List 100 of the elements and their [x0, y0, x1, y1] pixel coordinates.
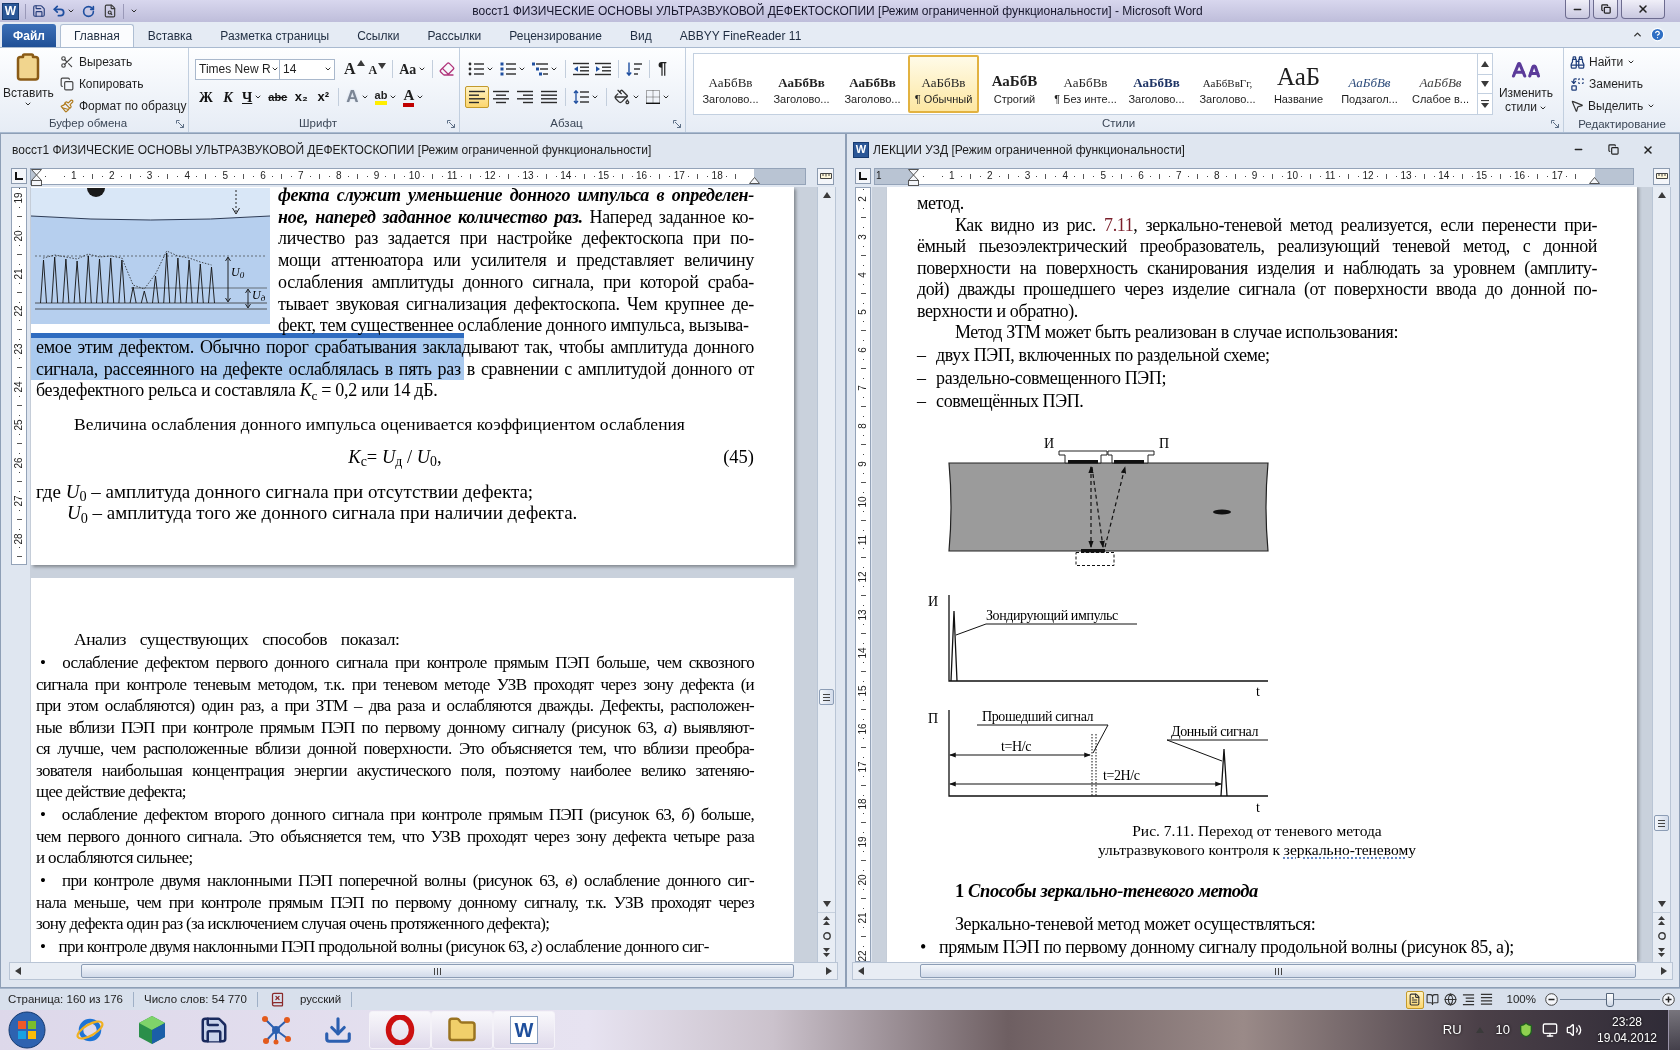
- zoom-slider[interactable]: [1560, 992, 1660, 1007]
- group-label: Редактирование: [1578, 118, 1666, 131]
- clock-date[interactable]: 19.04.2012: [1596, 1030, 1658, 1046]
- dialog-launcher-icon[interactable]: [673, 119, 681, 128]
- dialog-launcher-icon[interactable]: [1551, 119, 1559, 128]
- show-marks-button[interactable]: ¶: [654, 58, 671, 80]
- grow-font-button[interactable]: A: [342, 58, 367, 80]
- align-left-icon: [469, 90, 485, 104]
- zoom-out-button[interactable]: [1545, 993, 1558, 1006]
- replace-button[interactable]: Заменить: [1570, 73, 1680, 95]
- style-item[interactable]: АаБбВв Заголово...: [1121, 55, 1192, 113]
- style-item[interactable]: АаБбВвГг, Заголово...: [1192, 55, 1263, 113]
- font-name-field[interactable]: Times New R: [195, 58, 280, 80]
- collapse-ribbon-icon[interactable]: [1632, 29, 1643, 40]
- ribbon-tab[interactable]: Вставка: [133, 24, 207, 47]
- indent-marker-icon[interactable]: [31, 168, 42, 186]
- shield-icon[interactable]: [1518, 1022, 1534, 1038]
- zoom-in-button[interactable]: [1662, 993, 1675, 1006]
- monitor-icon[interactable]: [1542, 1022, 1558, 1038]
- style-item[interactable]: АаБбВв Заголово...: [695, 55, 766, 113]
- dialog-launcher-icon[interactable]: [176, 119, 184, 128]
- zoom-slider-thumb[interactable]: [1606, 992, 1614, 1007]
- ribbon-tab[interactable]: Рассылки: [413, 24, 496, 47]
- style-item[interactable]: АаБбВв Заголово...: [837, 55, 908, 113]
- undo-button[interactable]: [52, 2, 75, 20]
- highlight-button[interactable]: ab: [371, 86, 401, 108]
- italic-button[interactable]: К: [217, 86, 239, 108]
- style-item[interactable]: АаБбВв ¶ Обычный: [908, 55, 979, 113]
- ribbon-tab[interactable]: ABBYY FineReader 11: [665, 24, 816, 47]
- scroll-thumb[interactable]: [819, 689, 834, 705]
- style-item[interactable]: АаБбВ Строгий: [979, 55, 1050, 113]
- paste-button[interactable]: Вставить: [3, 51, 54, 113]
- taskbar-button[interactable]: W: [493, 1011, 555, 1049]
- paragraph: U$_{0}$ – амплитуда того же донного сигнала при наличии дефекта.: [66, 502, 579, 524]
- speaker-icon[interactable]: [1566, 1022, 1582, 1038]
- indent-marker-icon[interactable]: [749, 176, 760, 184]
- format-painter-button[interactable]: Формат по образцу: [57, 95, 189, 117]
- ribbon-tab[interactable]: Вид: [615, 24, 666, 47]
- font-color-button[interactable]: A: [400, 86, 428, 108]
- style-item[interactable]: АаБбВв Слабое в...: [1405, 55, 1476, 113]
- align-left-button[interactable]: [465, 86, 489, 108]
- ruler-number: 4: [184, 171, 191, 181]
- double-up-arrow-icon: [1658, 916, 1665, 925]
- ribbon-tab[interactable]: Разметка страницы: [206, 24, 344, 47]
- indent-marker-icon[interactable]: [1589, 176, 1600, 184]
- subscript-button[interactable]: x₂: [290, 86, 313, 108]
- style-item[interactable]: АаБбВв Подзагол...: [1334, 55, 1405, 113]
- tray-counter[interactable]: 10: [1495, 1020, 1510, 1040]
- input-language[interactable]: RU: [1442, 1020, 1462, 1040]
- shrink-font-button[interactable]: A: [366, 58, 389, 80]
- maximize-button[interactable]: [1593, 0, 1618, 19]
- scroll-thumb[interactable]: [920, 964, 1636, 978]
- show-desktop-button[interactable]: [1668, 1010, 1680, 1050]
- ribbon-tab[interactable]: Ссылки: [343, 24, 414, 47]
- font-size-field[interactable]: 14: [280, 58, 335, 80]
- formula: K$_{с}$= U$_{д}$ / U$_{0}$,: [348, 446, 442, 469]
- caret-icon: [1627, 58, 1636, 66]
- previous-page-button[interactable]: [1653, 912, 1670, 928]
- paragraph: Величина ослабления донного импульса оценивается коэффициентом ослабления: [73, 414, 686, 436]
- tab-selector-button[interactable]: [11, 168, 27, 184]
- superscript-button[interactable]: x²: [312, 86, 335, 108]
- style-item[interactable]: АаБбВв Заголово...: [766, 55, 837, 113]
- file-tab[interactable]: Файл: [2, 24, 56, 47]
- style-item[interactable]: АаБбВв ¶ Без инте...: [1050, 55, 1121, 113]
- app-logo[interactable]: W: [2, 2, 19, 20]
- strikethrough-button[interactable]: abc: [265, 86, 291, 108]
- scroll-thumb[interactable]: [1654, 815, 1669, 831]
- app-logo[interactable]: W: [853, 141, 869, 158]
- ribbon-tab[interactable]: Рецензирование: [495, 24, 616, 47]
- style-item[interactable]: АаБ Название: [1263, 55, 1334, 113]
- change-case-button[interactable]: Aa: [397, 58, 429, 80]
- gallery-down-button[interactable]: [1478, 74, 1492, 94]
- view-ruler-button[interactable]: [817, 167, 834, 185]
- dialog-launcher-icon[interactable]: [447, 119, 455, 128]
- minimize-button[interactable]: [1565, 0, 1590, 19]
- scroll-thumb[interactable]: [81, 964, 794, 978]
- caret-icon: [254, 93, 263, 101]
- underline-button[interactable]: Ч: [239, 86, 266, 108]
- indent-marker-icon[interactable]: [908, 168, 919, 186]
- caret-icon: [486, 65, 494, 73]
- previous-page-button[interactable]: [818, 912, 835, 928]
- help-icon[interactable]: [1650, 27, 1665, 42]
- repeat-icon: [81, 4, 95, 18]
- tab-selector-button[interactable]: [855, 168, 871, 184]
- cut-button[interactable]: Вырезать: [57, 51, 189, 73]
- ribbon-tab[interactable]: Главная: [60, 24, 134, 47]
- view-button[interactable]: [1441, 990, 1460, 1009]
- copy-button[interactable]: Копировать: [57, 73, 189, 95]
- ruler-number: 18: [858, 798, 868, 810]
- select-button[interactable]: Выделить: [1570, 95, 1680, 117]
- view-button[interactable]: [1405, 990, 1424, 1009]
- view-ruler-button[interactable]: [1653, 167, 1670, 185]
- find-button[interactable]: Найти: [1570, 51, 1680, 73]
- floppy-icon: [199, 1015, 229, 1045]
- clock-time[interactable]: 23:28: [1612, 1014, 1642, 1030]
- change-styles-button[interactable]: Изменить стили: [1496, 53, 1556, 117]
- start-button[interactable]: [7, 1010, 47, 1050]
- save-button[interactable]: [30, 2, 48, 20]
- taskbar-button[interactable]: [369, 1011, 431, 1049]
- bold-button[interactable]: Ж: [195, 86, 217, 108]
